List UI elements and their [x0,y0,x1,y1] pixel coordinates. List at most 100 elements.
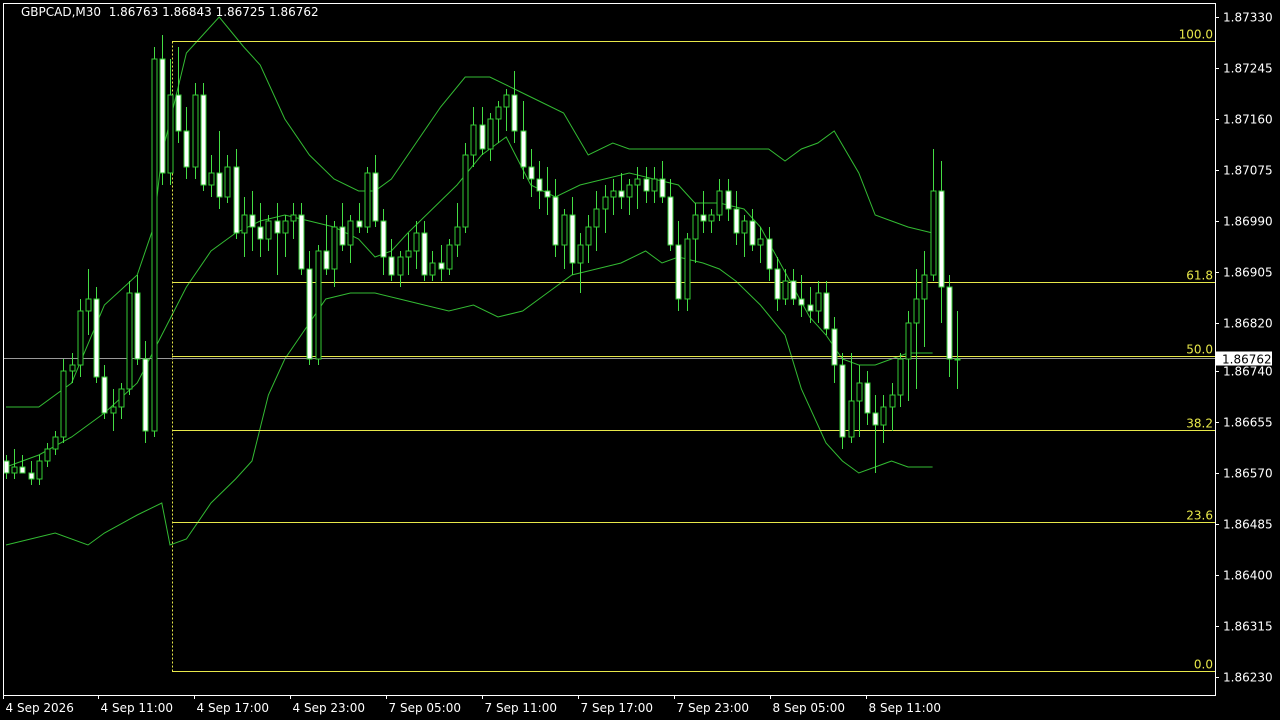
y-tick-label: 1.86570 [1223,467,1273,481]
candle [183,107,190,179]
candle-body [192,94,199,168]
candle [372,155,379,227]
candle-body [831,328,838,366]
candle [233,149,240,239]
candle-body [331,226,338,270]
candle-body [741,220,748,234]
candle [298,203,305,275]
candle [708,209,715,233]
candle [429,251,436,281]
candle [323,215,330,275]
candle-body [487,118,494,150]
candle [175,47,182,143]
candle [618,173,625,209]
y-tick-label: 1.86655 [1223,416,1273,430]
candle [725,179,732,221]
candle [364,167,371,233]
candle-body [28,472,35,480]
candle-body [511,94,518,132]
candle-body [257,226,264,240]
fibo-level-label: 23.6 [1186,509,1213,523]
candle-body [200,94,207,186]
candle-body [470,124,477,156]
candle [790,269,797,305]
candle [421,221,428,281]
candle-body [159,58,166,174]
candle-body [110,406,117,414]
candle [36,455,43,485]
candle-body [815,292,822,312]
chart-canvas[interactable]: 100.0 61.8 50.0 38.2 23.6 0.0 1.87330 1.87245 1… [0,0,1280,720]
candle [544,167,551,215]
candle-body [142,358,149,432]
candle-body [77,310,84,366]
fibo-level-label: 61.8 [1186,269,1213,283]
candle [913,269,920,389]
candle [848,353,855,443]
candle-body [659,178,666,198]
candle-body [11,466,18,474]
candle [446,239,453,275]
candle-body [118,388,125,408]
candle [536,161,543,209]
fibo-level-label: 0.0 [1194,658,1213,672]
candle-body [520,130,527,168]
candle-body [708,214,715,222]
candle [511,71,518,143]
candle [44,443,51,467]
candle-body [356,220,363,228]
candle [93,287,100,383]
candle-body [905,322,912,360]
candle [561,209,568,269]
candle [487,113,494,161]
candle-body [856,382,863,402]
candle [856,365,863,437]
candle [274,203,281,275]
candle-body [315,250,322,360]
candle [249,191,256,251]
candle [52,431,59,455]
candle-body [618,190,625,198]
candle [749,209,756,251]
candle-body [241,214,248,234]
candle [339,203,346,251]
candle [930,149,937,281]
candle [134,275,141,365]
candle [569,197,576,275]
candle [470,107,477,167]
candle [388,239,395,281]
candle-body [364,172,371,228]
candle [552,179,559,257]
candle-body [85,298,92,312]
y-tick-label: 1.86820 [1223,317,1273,331]
candle [839,353,846,449]
candle-body [101,376,108,414]
candle [216,131,223,209]
candle [798,275,805,317]
candle-body [282,220,289,234]
y-tick-label: 1.87160 [1223,113,1273,127]
candle-body [413,232,420,252]
candle-body [774,268,781,300]
candle-body [323,250,330,270]
candle [265,215,272,251]
candle-body [421,232,428,276]
candle-body [610,190,617,198]
candle-body [700,214,707,222]
candle-body [921,274,928,300]
candle [3,455,10,479]
fibonacci-retracement[interactable]: 100.0 61.8 50.0 38.2 23.6 0.0 [172,28,1215,672]
candle [454,203,461,257]
y-tick-label: 1.87330 [1223,11,1273,25]
candle [224,155,231,203]
candle-body [479,124,486,150]
candle-body [552,196,559,246]
candle [880,395,887,443]
candle-body [626,184,633,198]
candle [651,167,658,203]
x-tick-label: 4 Sep 23:00 [293,701,365,715]
x-tick-label: 7 Sep 11:00 [485,701,557,715]
candle [520,101,527,179]
candle [528,149,535,197]
candle [356,203,363,233]
